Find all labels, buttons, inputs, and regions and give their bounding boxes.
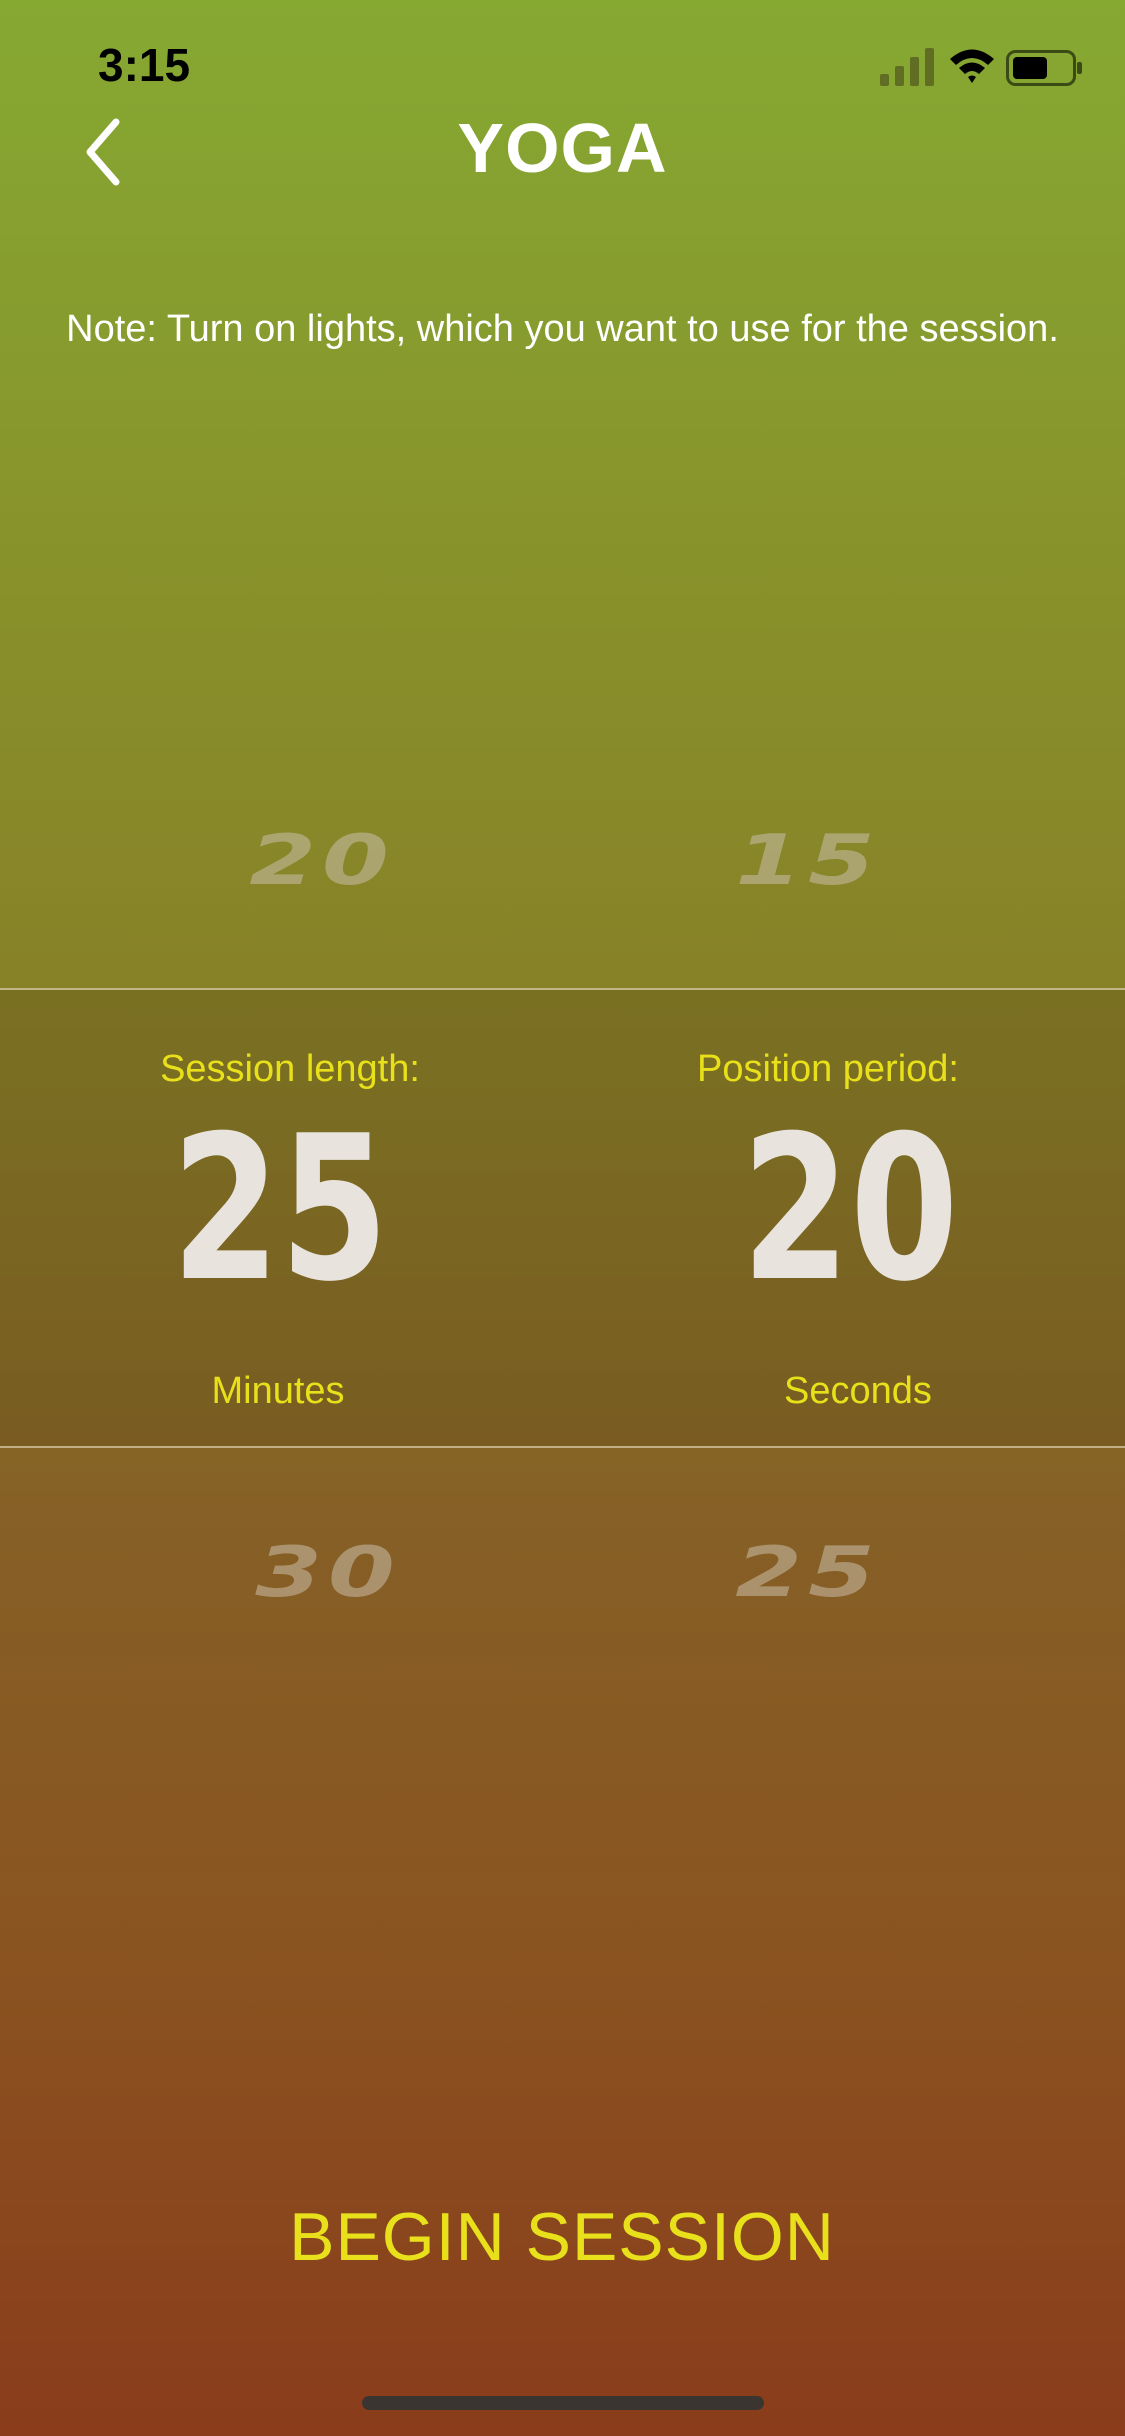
cellular-signal-icon — [880, 48, 934, 86]
session-length-option-below[interactable]: 30 — [218, 1532, 438, 1613]
position-period-unit: Seconds — [784, 1370, 932, 1412]
session-length-selected-value[interactable]: 25 — [155, 1090, 405, 1330]
session-length-unit: Minutes — [211, 1370, 345, 1412]
page-title: YOGA — [457, 109, 668, 187]
position-period-option-below[interactable]: 25 — [698, 1532, 918, 1613]
begin-session-button[interactable]: BEGIN SESSION — [212, 2192, 912, 2282]
position-period-label: Position period: — [697, 1048, 959, 1090]
note-text: Note: Turn on lights, which you want to … — [66, 308, 1059, 350]
position-period-option-above[interactable]: 15 — [698, 820, 918, 901]
status-time: 3:15 — [98, 39, 191, 91]
session-length-option-above[interactable]: 20 — [212, 820, 432, 901]
home-indicator[interactable] — [362, 2396, 764, 2410]
wifi-icon — [950, 49, 994, 83]
position-period-selected-value[interactable]: 20 — [725, 1090, 975, 1330]
session-length-label: Session length: — [160, 1048, 420, 1090]
battery-icon — [1006, 50, 1082, 86]
